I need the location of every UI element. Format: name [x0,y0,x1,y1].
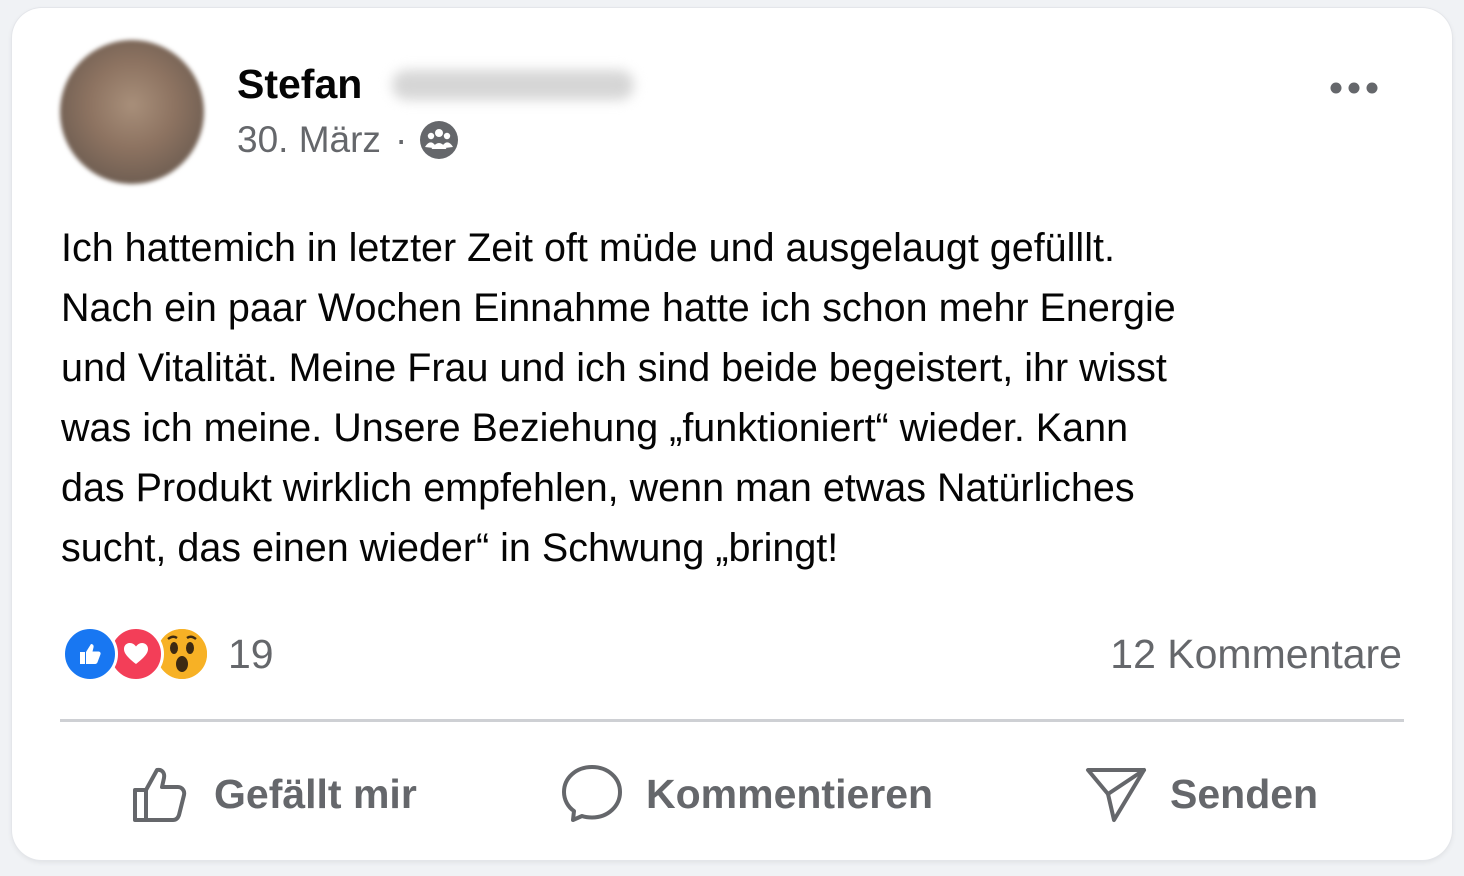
like-button-label: Gefällt mir [214,770,417,817]
post-text: Ich hattemich in letzter Zeit oft müde u… [61,218,1421,578]
comment-button[interactable]: Kommentieren [560,760,933,828]
post-meta: 30. März · [237,118,459,162]
post-card: Stefan 30. März · Ich hattemich in letzt… [12,8,1452,860]
comment-button-label: Kommentieren [646,770,934,817]
more-dots-icon [1330,82,1378,94]
post-text-line: und Vitalität. Meine Frau und ich sind b… [61,346,1167,390]
post-text-line: was ich meine. Unsere Beziehung „funktio… [61,406,1129,450]
reaction-count[interactable]: 19 [228,631,274,678]
post-date[interactable]: 30. März [237,119,381,161]
author-name[interactable]: Stefan [237,60,362,108]
reactions-summary[interactable]: 19 [62,624,274,684]
post-text-line: Ich hattemich in letzter Zeit oft müde u… [61,226,1115,270]
send-icon [1086,768,1146,822]
send-button-label: Senden [1170,770,1319,817]
meta-separator: · [394,119,408,160]
avatar[interactable] [60,40,204,184]
post-text-line: sucht, das einen wieder“ in Schwung „bri… [61,526,839,570]
post-text-line: Nach ein paar Wochen Einnahme hatte ich … [61,286,1176,330]
friends-icon[interactable] [419,120,459,160]
comment-count[interactable]: 12 Kommentare [1110,630,1402,678]
like-reaction-icon [62,626,118,682]
send-button[interactable]: Senden [1084,760,1318,828]
divider [60,719,1404,722]
more-options-button[interactable] [1322,66,1386,110]
thumbs-up-icon [133,767,187,822]
like-button[interactable]: Gefällt mir [130,760,417,828]
comment-bubble-icon [562,765,622,822]
post-text-line: das Produkt wirklich empfehlen, wenn man… [61,466,1135,510]
author-surname-redacted [392,70,634,100]
